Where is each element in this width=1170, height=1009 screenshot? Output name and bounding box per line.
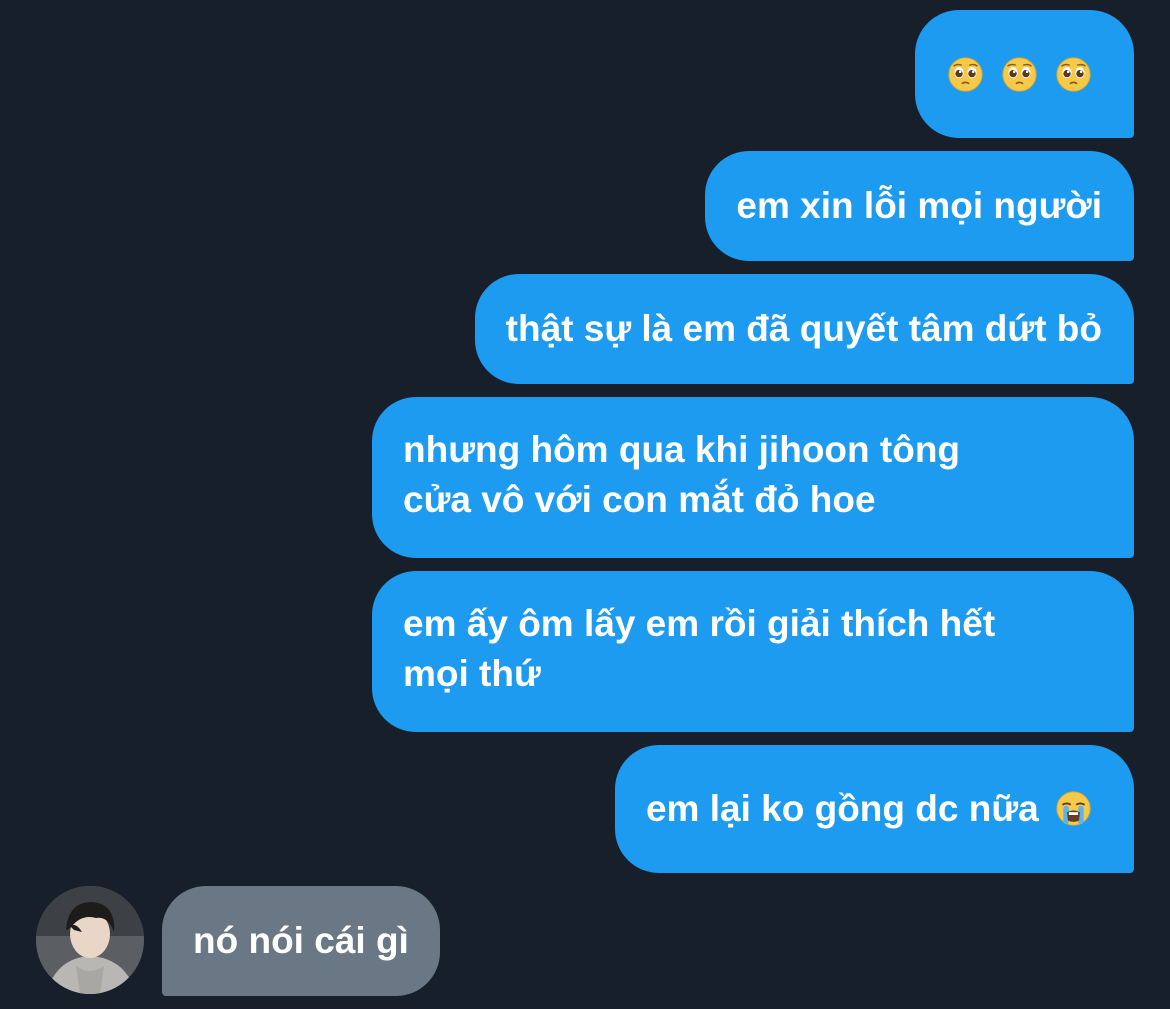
message-bubble-outgoing[interactable]: em xin lỗi mọi người	[705, 151, 1134, 261]
avatar[interactable]	[36, 886, 144, 994]
message-text-line: nhưng hôm qua khi jihoon tông	[403, 429, 961, 470]
message-text: em xin lỗi mọi người	[736, 185, 1102, 226]
message-text: em lại ko gồng dc nữa	[645, 788, 1039, 829]
message-thread: em xin lỗi mọi người thật sự là em đã qu…	[0, 0, 1170, 1009]
message-text-line: mọi thứ	[403, 653, 541, 694]
pleading-face-emoji-icon	[1055, 56, 1092, 93]
message-bubble-outgoing[interactable]	[915, 10, 1134, 138]
message-bubble-outgoing[interactable]: nhưng hôm qua khi jihoon tông cửa vô với…	[372, 397, 1134, 558]
avatar-photo-icon	[36, 886, 144, 994]
message-bubble-outgoing[interactable]: em lại ko gồng dc nữa	[614, 745, 1134, 873]
message-bubble-incoming[interactable]: nó nói cái gì	[162, 886, 440, 996]
loudly-crying-face-emoji-icon	[1055, 790, 1092, 827]
message-text: thật sự là em đã quyết tâm dứt bỏ	[505, 308, 1102, 349]
message-text: nó nói cái gì	[193, 920, 409, 961]
message-text-line: em ấy ôm lấy em rồi giải thích hết	[403, 603, 996, 644]
message-bubble-outgoing[interactable]: em ấy ôm lấy em rồi giải thích hết mọi t…	[372, 571, 1134, 732]
message-bubble-outgoing[interactable]: thật sự là em đã quyết tâm dứt bỏ	[474, 274, 1134, 384]
pleading-face-emoji-icon	[947, 56, 984, 93]
pleading-face-emoji-icon	[1001, 56, 1038, 93]
message-text-line: cửa vô với con mắt đỏ hoe	[403, 479, 876, 520]
